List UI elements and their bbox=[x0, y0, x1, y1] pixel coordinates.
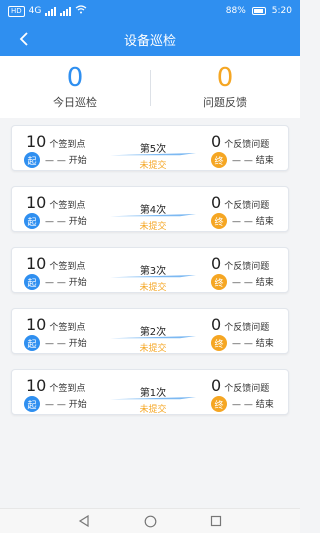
round-indicator: 第1次 未提交 bbox=[108, 384, 198, 415]
checkpoint-count: 10 个签到点 bbox=[26, 132, 85, 151]
feedback-unit: 个反馈问题 bbox=[224, 262, 270, 272]
triangle-back-icon[interactable] bbox=[77, 514, 91, 528]
status-left: HD 4G bbox=[8, 5, 87, 17]
checkpoint-number: 10 bbox=[26, 376, 47, 395]
round-indicator: 第4次 未提交 bbox=[108, 201, 198, 232]
round-indicator: 第3次 未提交 bbox=[108, 262, 198, 293]
start-time: — — 开始 bbox=[45, 339, 87, 349]
end-time: — — 结束 bbox=[232, 156, 274, 166]
end-badge: 终 bbox=[211, 335, 227, 351]
progress-arrow bbox=[110, 336, 196, 339]
start-badge: 起 bbox=[24, 335, 40, 351]
checkpoint-count: 10 个签到点 bbox=[26, 376, 85, 395]
submit-status: 未提交 bbox=[139, 222, 167, 232]
feedback-unit: 个反馈问题 bbox=[224, 201, 270, 211]
feedback-unit: 个反馈问题 bbox=[224, 140, 270, 150]
issue-feedback-label: 问题反馈 bbox=[203, 96, 247, 109]
page-title: 设备巡检 bbox=[123, 33, 176, 49]
start-badge: 起 bbox=[24, 274, 40, 290]
feedback-number: 0 bbox=[211, 315, 222, 334]
checkpoint-number: 10 bbox=[26, 132, 47, 151]
checkpoint-number: 10 bbox=[26, 193, 47, 212]
feedback-unit: 个反馈问题 bbox=[224, 384, 270, 394]
progress-arrow bbox=[110, 275, 196, 278]
summary-divider bbox=[150, 70, 151, 106]
hd-chip: HD bbox=[8, 5, 25, 17]
feedback-count: 0 个反馈问题 bbox=[211, 376, 269, 395]
feedback-number: 0 bbox=[211, 254, 222, 273]
signal-icon-2 bbox=[60, 6, 72, 16]
inspection-card[interactable]: 10 个签到点 起 — — 开始 第1次 未提交 0 个反馈问题 终 — — 结… bbox=[11, 369, 289, 415]
checkpoint-count: 10 个签到点 bbox=[26, 315, 85, 334]
status-right: 88% 5:20 bbox=[226, 6, 292, 16]
system-nav-bar bbox=[0, 508, 300, 533]
start-time: — — 开始 bbox=[45, 278, 87, 288]
battery-percent: 88% bbox=[225, 6, 246, 16]
clock: 5:20 bbox=[271, 6, 292, 16]
circle-home-icon[interactable] bbox=[143, 514, 157, 528]
issue-feedback-count: 0 bbox=[216, 63, 234, 93]
end-badge: 终 bbox=[211, 152, 227, 168]
checkpoint-unit: 个签到点 bbox=[49, 201, 86, 211]
end-time: — — 结束 bbox=[232, 217, 274, 227]
app-header: 设备巡检 bbox=[0, 22, 300, 56]
inspection-card[interactable]: 10 个签到点 起 — — 开始 第4次 未提交 0 个反馈问题 终 — — 结… bbox=[11, 186, 289, 232]
checkpoint-unit: 个签到点 bbox=[49, 262, 86, 272]
status-bar: HD 4G 88% 5:20 bbox=[0, 0, 300, 22]
start-time: — — 开始 bbox=[45, 156, 87, 166]
wifi-icon bbox=[75, 5, 87, 17]
inspection-card[interactable]: 10 个签到点 起 — — 开始 第2次 未提交 0 个反馈问题 终 — — 结… bbox=[11, 308, 289, 354]
end-badge: 终 bbox=[211, 396, 227, 412]
submit-status: 未提交 bbox=[139, 405, 167, 415]
today-inspection-count: 0 bbox=[66, 63, 84, 93]
round-indicator: 第5次 未提交 bbox=[108, 140, 198, 171]
feedback-number: 0 bbox=[211, 132, 222, 151]
submit-status: 未提交 bbox=[139, 161, 167, 171]
checkpoint-unit: 个签到点 bbox=[49, 140, 86, 150]
end-time: — — 结束 bbox=[232, 400, 274, 410]
feedback-number: 0 bbox=[211, 376, 222, 395]
progress-arrow bbox=[110, 397, 196, 400]
progress-arrow bbox=[110, 214, 196, 217]
checkpoint-number: 10 bbox=[26, 315, 47, 334]
checkpoint-unit: 个签到点 bbox=[49, 384, 86, 394]
feedback-count: 0 个反馈问题 bbox=[211, 132, 269, 151]
start-time: — — 开始 bbox=[45, 217, 87, 227]
end-time: — — 结束 bbox=[232, 339, 274, 349]
summary-panel: 0 今日巡检 0 问题反馈 bbox=[0, 56, 300, 118]
checkpoint-number: 10 bbox=[26, 254, 47, 273]
submit-status: 未提交 bbox=[139, 344, 167, 354]
today-inspection-stat[interactable]: 0 今日巡检 bbox=[0, 56, 150, 118]
checkpoint-count: 10 个签到点 bbox=[26, 193, 85, 212]
today-inspection-label: 今日巡检 bbox=[53, 96, 97, 109]
signal-icon bbox=[45, 6, 57, 16]
checkpoint-unit: 个签到点 bbox=[49, 323, 86, 333]
battery-icon bbox=[251, 7, 266, 15]
network-label: 4G bbox=[28, 6, 42, 16]
end-badge: 终 bbox=[211, 274, 227, 290]
square-recents-icon[interactable] bbox=[209, 514, 223, 528]
issue-feedback-stat[interactable]: 0 问题反馈 bbox=[150, 56, 300, 118]
feedback-count: 0 个反馈问题 bbox=[211, 315, 269, 334]
round-indicator: 第2次 未提交 bbox=[108, 323, 198, 354]
checkpoint-count: 10 个签到点 bbox=[26, 254, 85, 273]
chevron-left-icon[interactable] bbox=[14, 28, 34, 50]
end-badge: 终 bbox=[211, 213, 227, 229]
end-time: — — 结束 bbox=[232, 278, 274, 288]
progress-arrow bbox=[110, 153, 196, 156]
feedback-count: 0 个反馈问题 bbox=[211, 254, 269, 273]
feedback-number: 0 bbox=[211, 193, 222, 212]
feedback-unit: 个反馈问题 bbox=[224, 323, 270, 333]
start-time: — — 开始 bbox=[45, 400, 87, 410]
feedback-count: 0 个反馈问题 bbox=[211, 193, 269, 212]
inspection-card[interactable]: 10 个签到点 起 — — 开始 第3次 未提交 0 个反馈问题 终 — — 结… bbox=[11, 247, 289, 293]
start-badge: 起 bbox=[24, 213, 40, 229]
start-badge: 起 bbox=[24, 396, 40, 412]
start-badge: 起 bbox=[24, 152, 40, 168]
inspection-card[interactable]: 10 个签到点 起 — — 开始 第5次 未提交 0 个反馈问题 终 — — 结… bbox=[11, 125, 289, 171]
submit-status: 未提交 bbox=[139, 283, 167, 293]
